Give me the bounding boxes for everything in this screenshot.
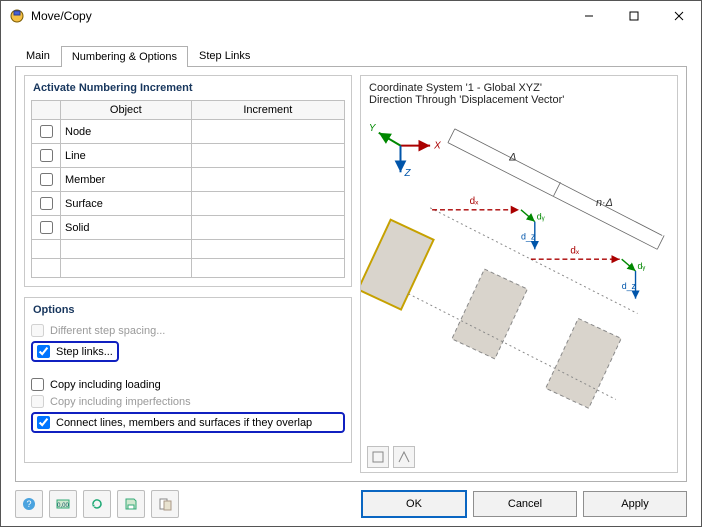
titlebar: Move/Copy <box>1 1 701 32</box>
col-check <box>32 101 61 120</box>
label-dz-2: d_z <box>622 281 636 291</box>
cell-increment[interactable] <box>191 216 344 240</box>
row-node-check[interactable] <box>40 125 53 138</box>
dialog-window: Move/Copy Main Numbering & Options Step … <box>0 0 702 527</box>
row-line-check[interactable] <box>40 149 53 162</box>
axis-z-label: Z <box>403 168 411 179</box>
table-row: Node <box>32 120 345 144</box>
opt-copy-imperf-check <box>31 395 44 408</box>
numbering-table: Object Increment Node <box>31 100 345 278</box>
table-row: Surface <box>32 192 345 216</box>
preview-pane: Coordinate System '1 - Global XYZ' Direc… <box>360 75 678 473</box>
cell-increment[interactable] <box>191 120 344 144</box>
cell-object: Node <box>61 120 192 144</box>
dialog-footer: ? 0,00 OK Cancel Apply <box>1 482 701 526</box>
cell-object: Surface <box>61 192 192 216</box>
preview-line1: Coordinate System '1 - Global XYZ' <box>369 82 669 94</box>
opt-connect-overlap-check[interactable] <box>37 416 50 429</box>
table-row: Line <box>32 144 345 168</box>
opt-copy-imperf: Copy including imperfections <box>31 393 345 410</box>
options-group: Options Different step spacing... Step l… <box>24 297 352 463</box>
diagram-svg: X Y Z Δ n·Δ <box>361 106 677 442</box>
row-member-check[interactable] <box>40 173 53 186</box>
refresh-icon[interactable] <box>83 490 111 518</box>
opt-diff-step-check <box>31 324 44 337</box>
preview-toolbar <box>361 442 677 472</box>
opt-copy-loading-check[interactable] <box>31 378 44 391</box>
window-title: Move/Copy <box>31 9 92 23</box>
label-dy-1: dᵧ <box>537 212 545 222</box>
tab-content: Activate Numbering Increment Object Incr… <box>15 66 687 482</box>
save-icon[interactable] <box>117 490 145 518</box>
cell-object: Solid <box>61 216 192 240</box>
opt-diff-step-label: Different step spacing... <box>50 325 165 337</box>
tab-strip: Main Numbering & Options Step Links <box>15 44 687 66</box>
svg-text:0,00: 0,00 <box>57 503 69 509</box>
numbering-group: Activate Numbering Increment Object Incr… <box>24 75 352 287</box>
cell-increment[interactable] <box>191 168 344 192</box>
minimize-button[interactable] <box>566 2 611 31</box>
cell-object: Line <box>61 144 192 168</box>
label-dz-1: d_z <box>521 231 535 241</box>
table-row <box>32 240 345 259</box>
tab-numbering-options[interactable]: Numbering & Options <box>61 46 188 67</box>
tab-step-links[interactable]: Step Links <box>188 45 261 66</box>
cell-increment[interactable] <box>191 192 344 216</box>
preview-tool-2-icon[interactable] <box>393 446 415 468</box>
highlight-step-links: Step links... <box>31 341 119 362</box>
apply-button[interactable]: Apply <box>583 491 687 517</box>
options-title: Options <box>33 304 345 316</box>
maximize-button[interactable] <box>611 2 656 31</box>
preview-header: Coordinate System '1 - Global XYZ' Direc… <box>361 76 677 106</box>
col-increment: Increment <box>191 101 344 120</box>
content-area: Main Numbering & Options Step Links Acti… <box>1 32 701 482</box>
footer-tool-icons: ? 0,00 <box>15 490 179 518</box>
app-icon <box>9 8 25 24</box>
label-dy-2: dᵧ <box>638 261 646 271</box>
opt-copy-imperf-label: Copy including imperfections <box>50 396 191 408</box>
tab-main[interactable]: Main <box>15 45 61 66</box>
help-icon[interactable]: ? <box>15 490 43 518</box>
table-row: Solid <box>32 216 345 240</box>
opt-step-links-label: Step links... <box>56 346 113 358</box>
label-ndelta: n·Δ <box>596 197 613 209</box>
label-dx-2: dₓ <box>570 245 579 256</box>
report-icon[interactable] <box>151 490 179 518</box>
opt-connect-overlap-label: Connect lines, members and surfaces if t… <box>56 417 312 429</box>
col-object: Object <box>61 101 192 120</box>
opt-step-links-check[interactable] <box>37 345 50 358</box>
label-delta: Δ <box>508 151 516 163</box>
left-pane: Activate Numbering Increment Object Incr… <box>24 75 352 473</box>
numbering-title: Activate Numbering Increment <box>33 82 345 94</box>
svg-text:?: ? <box>26 499 31 509</box>
opt-copy-loading-label: Copy including loading <box>50 379 161 391</box>
highlight-connect-overlap: Connect lines, members and surfaces if t… <box>31 412 345 433</box>
close-button[interactable] <box>656 2 701 31</box>
preview-tool-1-icon[interactable] <box>367 446 389 468</box>
opt-connect-overlap[interactable]: Connect lines, members and surfaces if t… <box>37 416 339 429</box>
row-surface-check[interactable] <box>40 197 53 210</box>
cell-object: Member <box>61 168 192 192</box>
row-solid-check[interactable] <box>40 221 53 234</box>
opt-step-links[interactable]: Step links... <box>37 345 113 358</box>
preview-diagram: X Y Z Δ n·Δ <box>361 106 677 442</box>
table-row: Member <box>32 168 345 192</box>
cancel-button[interactable]: Cancel <box>473 491 577 517</box>
cell-increment[interactable] <box>191 144 344 168</box>
opt-diff-step: Different step spacing... <box>31 322 345 339</box>
table-row <box>32 259 345 278</box>
ok-button[interactable]: OK <box>361 490 467 518</box>
axis-y-label: Y <box>369 123 377 134</box>
preview-line2: Direction Through 'Displacement Vector' <box>369 94 669 106</box>
axis-x-label: X <box>433 141 441 152</box>
label-dx-1: dₓ <box>470 196 479 207</box>
units-icon[interactable]: 0,00 <box>49 490 77 518</box>
opt-copy-loading[interactable]: Copy including loading <box>31 376 345 393</box>
